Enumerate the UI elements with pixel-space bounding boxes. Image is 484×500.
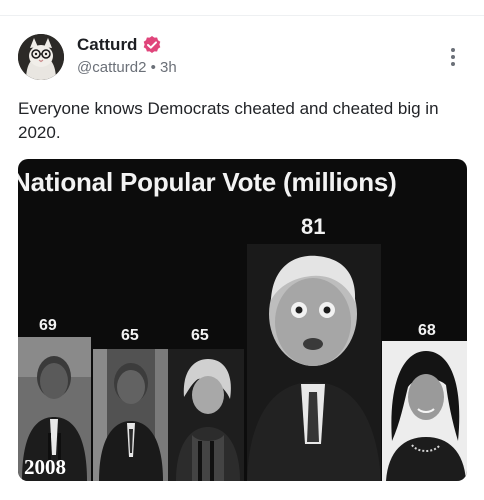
bar-value-label: 68 — [418, 322, 436, 339]
candidate-photo — [168, 349, 244, 481]
author-row: Catturd — [77, 35, 162, 55]
more-vertical-icon[interactable] — [444, 44, 462, 70]
post-meta: @catturd2 • 3h — [77, 59, 177, 76]
bar-value-label: 65 — [191, 327, 209, 344]
bar-value-label: 81 — [301, 214, 326, 239]
avatar[interactable] — [18, 34, 64, 80]
candidate-photo — [382, 341, 467, 481]
post-text: Everyone knows Democrats cheated and che… — [18, 99, 439, 142]
candidate-photo — [247, 244, 381, 481]
author-handle[interactable]: @catturd2 — [77, 59, 146, 76]
post-image[interactable]: National Popular Vote (millions) 69 65 6… — [18, 159, 467, 481]
verified-badge-icon — [144, 36, 161, 53]
bar-value-label: 69 — [39, 317, 57, 334]
meta-separator: • — [150, 59, 156, 76]
post-time[interactable]: 3h — [160, 59, 177, 76]
year-label: 2008 — [24, 455, 66, 479]
bar-value-label: 65 — [121, 327, 139, 344]
avatar-cat-image — [18, 34, 64, 80]
candidate-photo — [93, 349, 168, 481]
author-name[interactable]: Catturd — [77, 35, 137, 55]
divider — [0, 15, 484, 16]
image-title: National Popular Vote (millions) — [18, 167, 397, 197]
